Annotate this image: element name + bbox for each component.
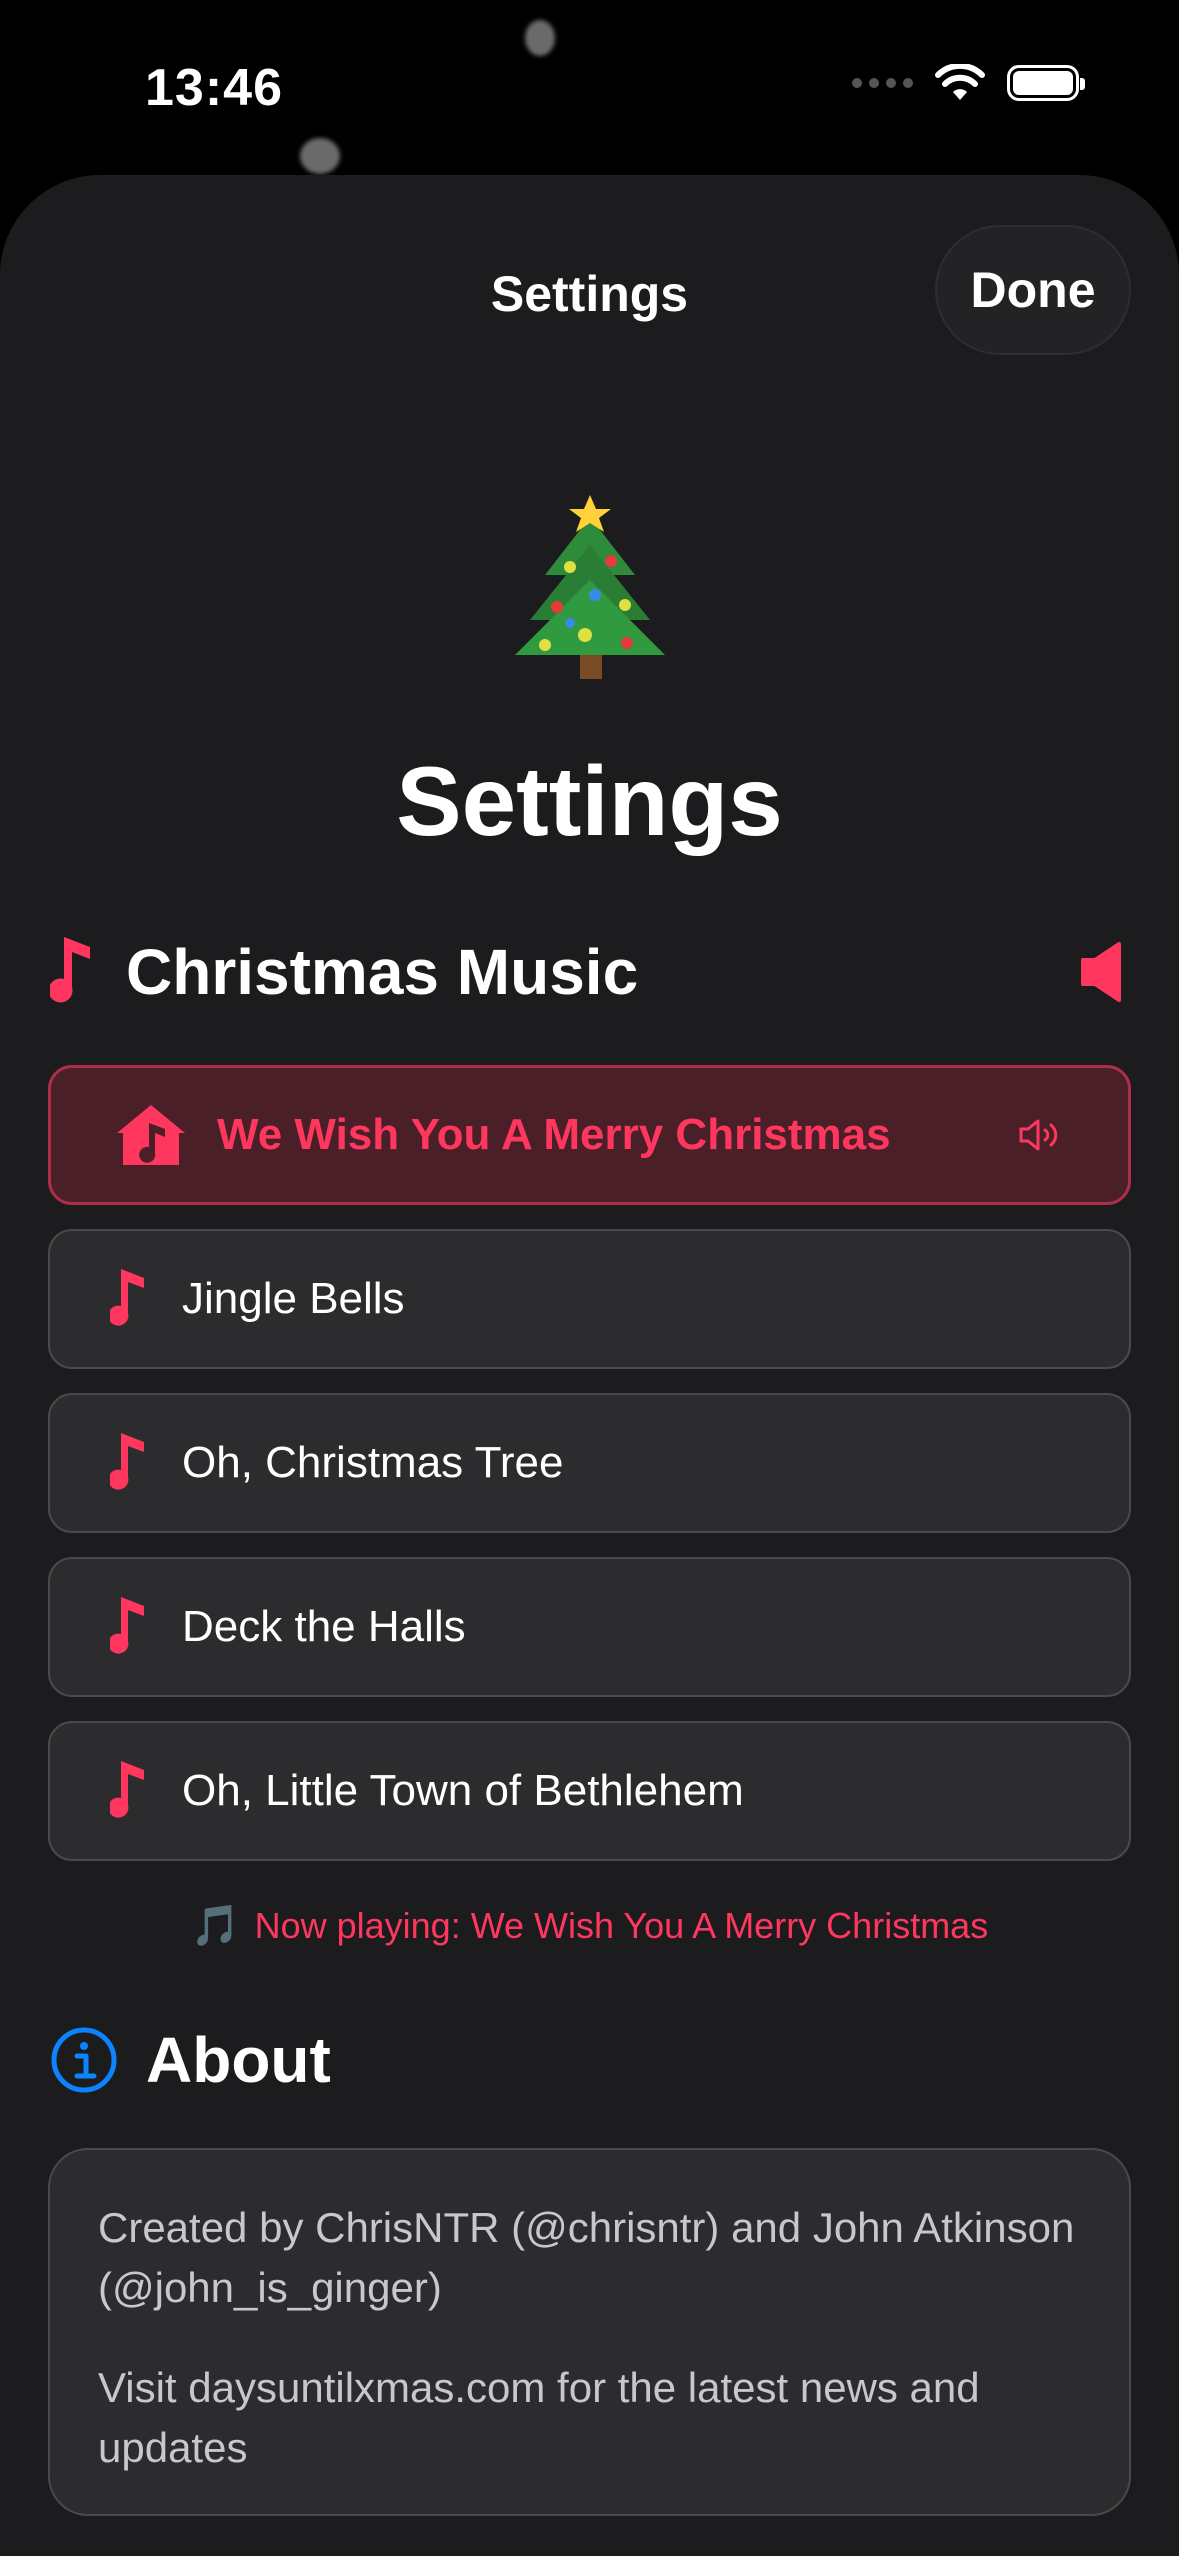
music-note-icon — [110, 1761, 144, 1818]
music-notes-icon: 🎵 — [190, 1904, 241, 1948]
status-icons — [852, 64, 1085, 102]
about-visit-link: Visit daysuntilxmas.com for the latest n… — [98, 2364, 980, 2471]
music-note-icon — [50, 937, 90, 1003]
music-house-icon — [117, 1105, 185, 1165]
music-note-icon — [110, 1597, 144, 1654]
christmas-tree-icon — [0, 495, 1179, 685]
info-circle-icon — [51, 2027, 117, 2093]
music-section-header: Christmas Music — [50, 935, 1129, 1009]
speaker-wave-icon — [1019, 1119, 1058, 1151]
page-title: Settings — [396, 746, 783, 856]
song-row[interactable]: Deck the Halls — [48, 1557, 1131, 1697]
about-card: Created by ChrisNTR (@chrisntr) and John… — [48, 2148, 1131, 2516]
snowflake — [300, 138, 340, 174]
song-label: Jingle Bells — [182, 1274, 405, 1323]
speaker-icon[interactable] — [1079, 942, 1129, 1002]
music-note-icon — [110, 1433, 144, 1490]
settings-screen: 13:46 Settings Done Settings Christmas M… — [0, 0, 1179, 2556]
song-row[interactable]: Oh, Christmas Tree — [48, 1393, 1131, 1533]
music-section-title: Christmas Music — [126, 936, 639, 1008]
now-playing-status: 🎵 Now playing: We Wish You A Merry Chris… — [0, 1902, 1179, 1949]
song-label: Oh, Little Town of Bethlehem — [182, 1766, 744, 1815]
cellular-signal-icon — [852, 78, 913, 88]
music-note-icon — [110, 1269, 144, 1326]
done-button[interactable]: Done — [935, 225, 1131, 355]
song-row[interactable]: Jingle Bells — [48, 1229, 1131, 1369]
settings-sheet: Settings Done Settings Christmas Music W… — [0, 175, 1179, 2556]
song-row[interactable]: Oh, Little Town of Bethlehem — [48, 1721, 1131, 1861]
about-credits: Created by ChrisNTR (@chrisntr) and John… — [98, 2204, 1075, 2311]
song-label: Oh, Christmas Tree — [182, 1438, 564, 1487]
about-section-header: About — [50, 2023, 1129, 2097]
song-row-active[interactable]: We Wish You A Merry Christmas — [48, 1065, 1131, 1205]
about-section-title: About — [146, 2024, 331, 2096]
song-label: We Wish You A Merry Christmas — [217, 1110, 891, 1159]
battery-icon — [1007, 65, 1085, 101]
wifi-icon — [935, 64, 985, 100]
status-time: 13:46 — [145, 59, 283, 117]
snowflake — [525, 20, 555, 56]
now-playing-text: Now playing: We Wish You A Merry Christm… — [254, 1904, 989, 1946]
song-label: Deck the Halls — [182, 1602, 466, 1651]
